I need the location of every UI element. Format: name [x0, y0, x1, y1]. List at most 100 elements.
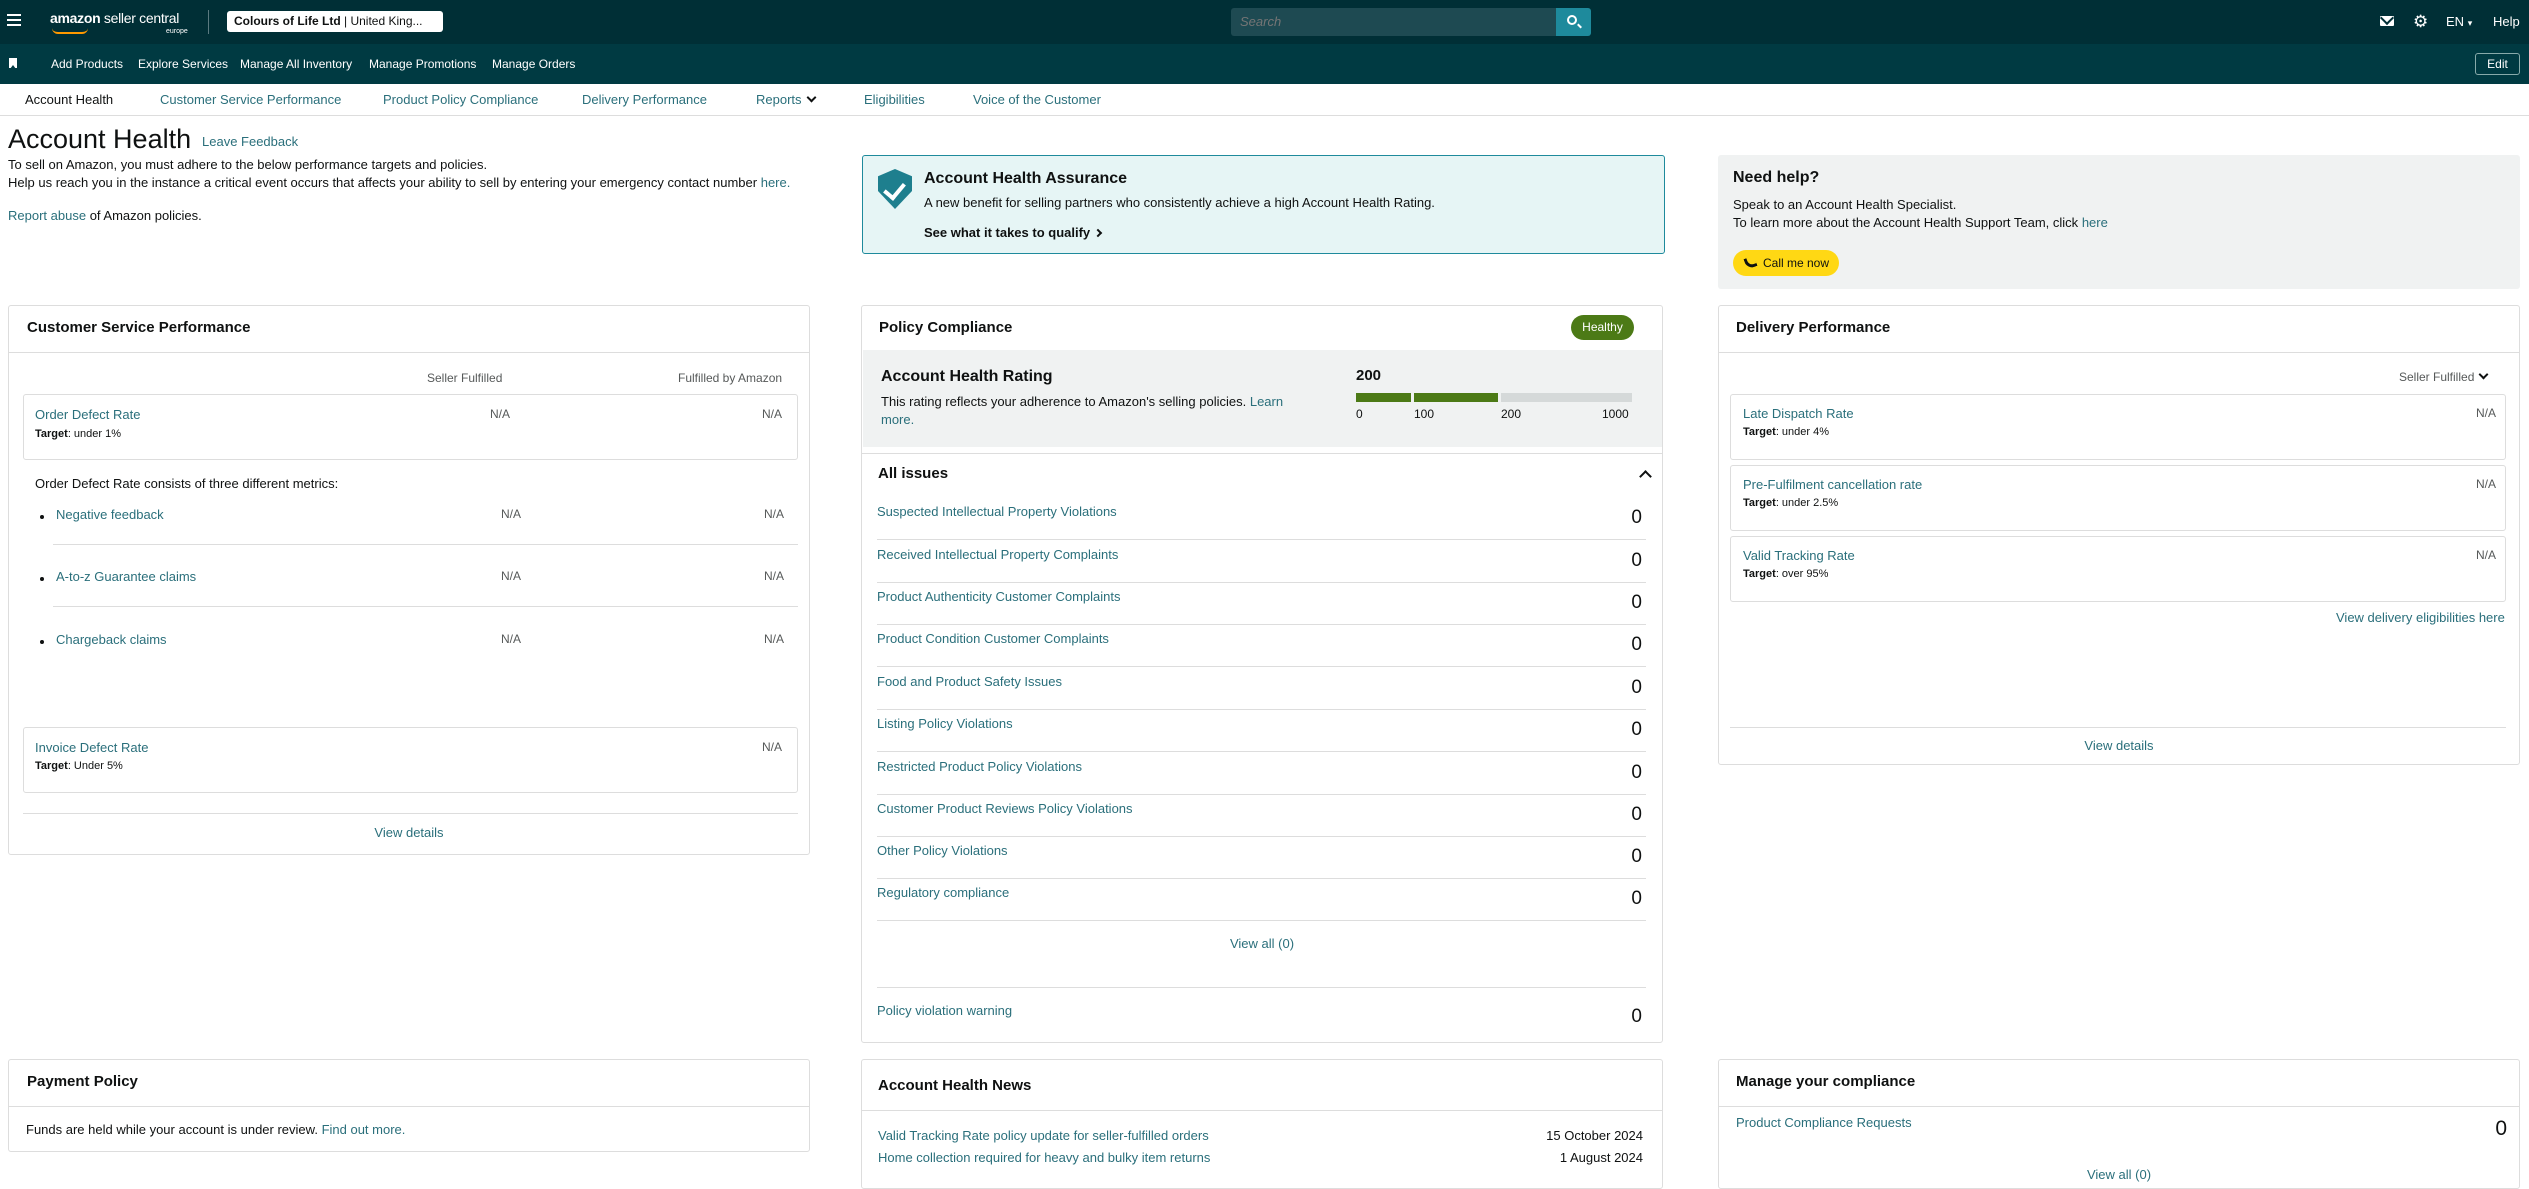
issue-link[interactable]: Customer Product Reviews Policy Violatio… [877, 801, 1133, 816]
manage-compliance-card: Manage your compliance Product Complianc… [1718, 1059, 2520, 1189]
bullet [40, 640, 44, 644]
metric-value: N/A [2476, 548, 2497, 562]
bookmark-icon[interactable] [9, 58, 17, 69]
issue-link[interactable]: Suspected Intellectual Property Violatio… [877, 504, 1117, 519]
chevron-down-icon [806, 92, 816, 103]
bookmark-manage-orders[interactable]: Manage Orders [492, 57, 575, 71]
news-item-link[interactable]: Home collection required for heavy and b… [878, 1150, 1210, 1165]
tab-product-policy-compliance[interactable]: Product Policy Compliance [383, 92, 538, 107]
shield-check-icon [878, 169, 912, 209]
tab-account-health[interactable]: Account Health [25, 92, 113, 107]
gear-icon[interactable]: ⚙ [2413, 13, 2428, 30]
divider [1730, 727, 2506, 728]
customer-service-performance-card: Customer Service Performance Seller Fulf… [8, 305, 810, 855]
news-item-date: 1 August 2024 [1559, 1150, 1643, 1165]
csp-view-details-link[interactable]: View details [9, 825, 809, 840]
chargeback-claims-link[interactable]: Chargeback claims [56, 632, 167, 647]
issue-link[interactable]: Product Authenticity Customer Complaints [877, 589, 1121, 604]
order-defect-rate-link[interactable]: Order Defect Rate [35, 407, 141, 422]
tab-voice-of-customer[interactable]: Voice of the Customer [973, 92, 1101, 107]
delivery-metric-row: Valid Tracking Rate Target: over 95% N/A [1730, 536, 2506, 602]
logo-text-seller-central: seller central [103, 10, 180, 26]
mail-icon[interactable] [2380, 16, 2394, 26]
chevron-up-icon[interactable] [1639, 470, 1652, 483]
metric-target: Target: under 2.5% [1743, 497, 1838, 509]
issue-row: Customer Product Reviews Policy Violatio… [877, 794, 1646, 837]
issue-count: 0 [1631, 804, 1642, 825]
gauge-segment-3 [1501, 393, 1632, 402]
issue-row: Suspected Intellectual Property Violatio… [877, 497, 1646, 540]
target-value: : under 1% [67, 428, 122, 440]
fulfilment-dropdown-label: Seller Fulfilled [2399, 370, 2475, 384]
compliance-requests-count: 0 [2495, 1117, 2507, 1140]
search-box [1231, 8, 1591, 36]
pre-fulfilment-cancellation-link[interactable]: Pre-Fulfilment cancellation rate [1743, 477, 1922, 492]
tab-reports-label: Reports [756, 92, 802, 107]
intro-text: To sell on Amazon, you must adhere to th… [8, 156, 790, 192]
leave-feedback-link[interactable]: Leave Feedback [202, 134, 298, 149]
tab-reports[interactable]: Reports [756, 92, 816, 107]
tab-delivery-performance[interactable]: Delivery Performance [582, 92, 707, 107]
product-compliance-requests-link[interactable]: Product Compliance Requests [1736, 1115, 1912, 1130]
invoice-defect-rate-link[interactable]: Invoice Defect Rate [35, 740, 148, 755]
ahr-gauge [1356, 393, 1632, 402]
account-switcher[interactable]: Colours of Life Ltd | United King... [227, 11, 443, 32]
need-help-line-2-text: To learn more about the Account Health S… [1733, 215, 2079, 230]
view-all-issues-link[interactable]: View all (0) [862, 936, 1662, 951]
need-help-line-2: To learn more about the Account Health S… [1733, 215, 2108, 230]
delivery-view-details-link[interactable]: View details [1719, 738, 2519, 753]
search-button[interactable] [1556, 8, 1591, 36]
delivery-eligibilities-link[interactable]: View delivery eligibilities here [2336, 610, 2505, 625]
search-input[interactable] [1231, 8, 1556, 36]
bookmark-manage-inventory[interactable]: Manage All Inventory [240, 57, 352, 71]
divider [53, 606, 798, 607]
emergency-contact-link[interactable]: here. [761, 175, 791, 190]
support-team-link[interactable]: here [2082, 215, 2108, 230]
compliance-view-all-link[interactable]: View all (0) [1719, 1167, 2519, 1182]
late-dispatch-rate-link[interactable]: Late Dispatch Rate [1743, 406, 1854, 421]
call-me-now-button[interactable]: Call me now [1733, 250, 1839, 276]
issue-row: Product Condition Customer Complaints 0 [877, 624, 1646, 667]
valid-tracking-rate-link[interactable]: Valid Tracking Rate [1743, 548, 1855, 563]
seller-central-logo[interactable]: amazon seller central europe [50, 10, 188, 35]
menu-icon[interactable] [7, 14, 21, 26]
bookmark-add-products[interactable]: Add Products [51, 57, 123, 71]
issue-link[interactable]: Received Intellectual Property Complaint… [877, 547, 1118, 562]
sub-navigation: Account Health Customer Service Performa… [0, 84, 2529, 116]
policy-warning-link[interactable]: Policy violation warning [877, 1003, 1012, 1018]
negative-feedback-sf-value: N/A [501, 507, 522, 521]
issue-link[interactable]: Restricted Product Policy Violations [877, 759, 1082, 774]
bullet [40, 577, 44, 581]
account-health-rating-panel: Account Health Rating This rating reflec… [863, 350, 1662, 447]
bookmark-manage-promotions[interactable]: Manage Promotions [369, 57, 476, 71]
card-title: Payment Policy [27, 1073, 138, 1090]
target-label: Target [1743, 497, 1776, 509]
issue-link[interactable]: Listing Policy Violations [877, 716, 1013, 731]
help-link[interactable]: Help [2493, 14, 2520, 29]
news-item-link[interactable]: Valid Tracking Rate policy update for se… [878, 1128, 1209, 1143]
edit-bookmarks-button[interactable]: Edit [2475, 53, 2520, 75]
find-out-more-link[interactable]: Find out more. [322, 1122, 406, 1137]
divider [9, 352, 809, 353]
report-abuse-link[interactable]: Report abuse [8, 208, 86, 223]
aha-qualify-link[interactable]: See what it takes to qualify [924, 225, 1103, 240]
issue-link[interactable]: Food and Product Safety Issues [877, 674, 1062, 689]
issue-link[interactable]: Other Policy Violations [877, 843, 1008, 858]
chevron-right-icon [1093, 228, 1103, 238]
issue-count: 0 [1631, 762, 1642, 783]
tab-eligibilities[interactable]: Eligibilities [864, 92, 925, 107]
issue-link[interactable]: Product Condition Customer Complaints [877, 631, 1109, 646]
bookmark-explore-services[interactable]: Explore Services [138, 57, 228, 71]
card-title: Customer Service Performance [27, 319, 251, 336]
language-selector[interactable]: EN ▾ [2446, 14, 2472, 29]
target-label: Target [35, 428, 68, 440]
tab-customer-service-performance[interactable]: Customer Service Performance [160, 92, 341, 107]
issue-link[interactable]: Regulatory compliance [877, 885, 1009, 900]
odr-fba-value: N/A [762, 407, 783, 421]
negative-feedback-link[interactable]: Negative feedback [56, 507, 164, 522]
fulfilment-dropdown[interactable]: Seller Fulfilled [2399, 369, 2489, 384]
payment-policy-card: Payment Policy Funds are held while your… [8, 1059, 810, 1152]
odr-consists-text: Order Defect Rate consists of three diff… [35, 476, 339, 491]
a-to-z-claims-link[interactable]: A-to-z Guarantee claims [56, 569, 196, 584]
ahr-title: Account Health Rating [881, 368, 1053, 385]
